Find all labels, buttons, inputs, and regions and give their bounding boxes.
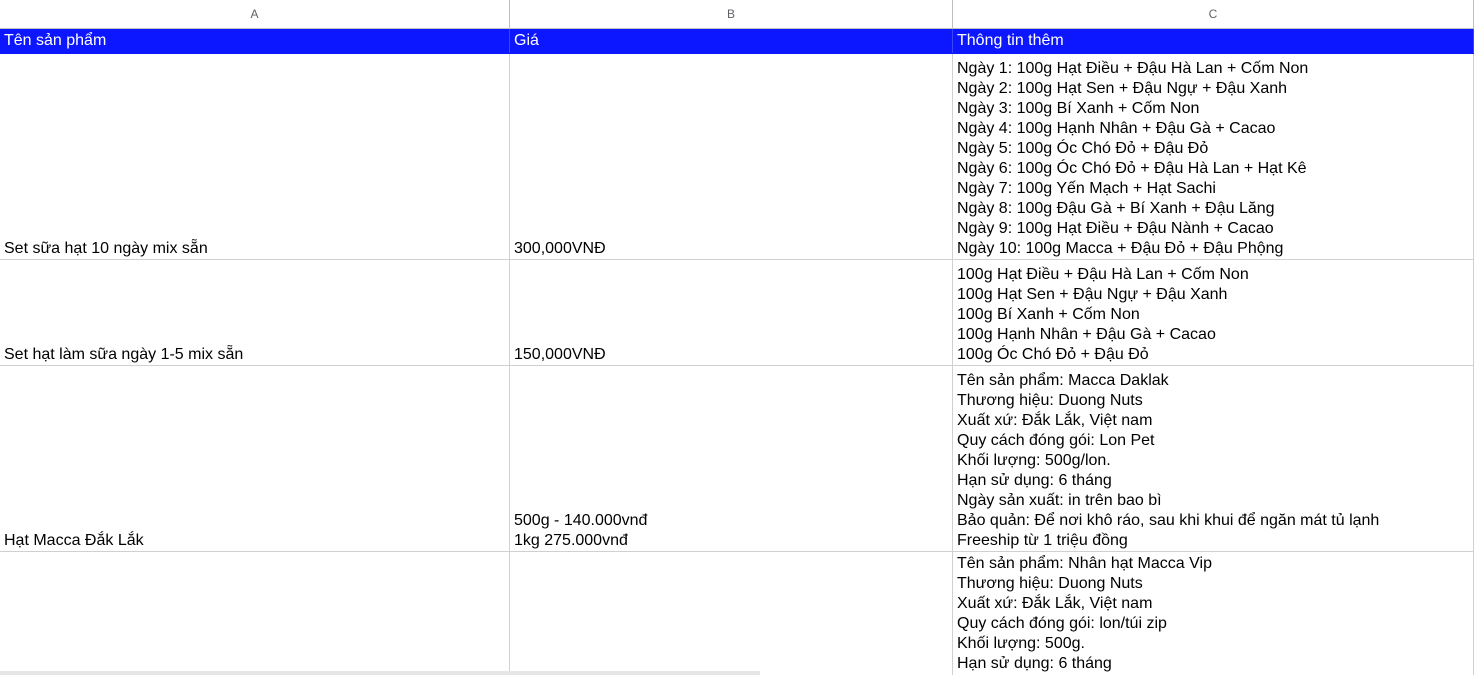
cell-line: Ngày 3: 100g Bí Xanh + Cốm Non bbox=[957, 100, 1200, 117]
cell-more-info[interactable]: Ngày 1: 100g Hạt Điều + Đậu Hà Lan + Cốm… bbox=[953, 54, 1474, 259]
horizontal-scrollbar[interactable] bbox=[0, 671, 760, 675]
table-row: Set hạt làm sữa ngày 1-5 mix sẵn 150,000… bbox=[0, 260, 1474, 366]
column-header-b[interactable]: B bbox=[510, 0, 953, 28]
cell-product-name[interactable]: Set sữa hạt 10 ngày mix sẵn bbox=[0, 54, 510, 259]
cell-line: Ngày 1: 100g Hạt Điều + Đậu Hà Lan + Cốm… bbox=[957, 60, 1309, 77]
cell-line: Xuất xứ: Đắk Lắk, Việt nam bbox=[957, 412, 1153, 429]
cell-line: 100g Hạt Sen + Đậu Ngự + Đậu Xanh bbox=[957, 286, 1228, 303]
column-header-a[interactable]: A bbox=[0, 0, 510, 28]
cell-more-info[interactable]: Tên sản phẩm: Macca Daklak Thương hiệu: D… bbox=[953, 366, 1474, 551]
cell-line: Ngày 6: 100g Óc Chó Đỏ + Đậu Hà Lan + Hạ… bbox=[957, 160, 1307, 177]
table-row: Tên sản phẩm: Nhân hạt Macca Vip Thương h… bbox=[0, 552, 1474, 675]
header-cell-more-info[interactable]: Thông tin thêm bbox=[953, 29, 1474, 53]
cell-price[interactable] bbox=[510, 552, 953, 675]
cell-line: Ngày 9: 100g Hạt Điều + Đậu Nành + Cacao bbox=[957, 220, 1274, 237]
cell-more-info[interactable]: Tên sản phẩm: Nhân hạt Macca Vip Thương h… bbox=[953, 552, 1474, 675]
cell-line: Quy cách đóng gói: lon/túi zip bbox=[957, 615, 1167, 632]
cell-line: Khối lượng: 500g/lon. bbox=[957, 452, 1111, 469]
cell-price[interactable]: 500g - 140.000vnđ 1kg 275.000vnđ bbox=[510, 366, 953, 551]
cell-line: Ngày sản xuất: in trên bao bì bbox=[957, 492, 1162, 509]
cell-line: Khối lượng: 500g. bbox=[957, 635, 1085, 652]
table-row: Set sữa hạt 10 ngày mix sẵn 300,000VNĐ N… bbox=[0, 54, 1474, 260]
cell-price[interactable]: 300,000VNĐ bbox=[510, 54, 953, 259]
cell-product-name[interactable]: Hạt Macca Đắk Lắk bbox=[0, 366, 510, 551]
cell-line: Hạn sử dụng: 6 tháng bbox=[957, 472, 1112, 489]
cell-line: 500g - 140.000vnđ bbox=[514, 512, 648, 529]
spreadsheet: A B C Tên sản phẩm Giá Thông tin thêm Se… bbox=[0, 0, 1480, 675]
cell-product-name[interactable] bbox=[0, 552, 510, 675]
cell-line: Hạn sử dụng: 6 tháng bbox=[957, 655, 1112, 672]
cell-line: Ngày 8: 100g Đậu Gà + Bí Xanh + Đậu Lăng bbox=[957, 200, 1275, 217]
table-header-row: Tên sản phẩm Giá Thông tin thêm bbox=[0, 29, 1474, 54]
cell-line: 100g Óc Chó Đỏ + Đậu Đỏ bbox=[957, 346, 1149, 363]
cell-product-name[interactable]: Set hạt làm sữa ngày 1-5 mix sẵn bbox=[0, 260, 510, 365]
cell-line: Ngày 5: 100g Óc Chó Đỏ + Đậu Đỏ bbox=[957, 140, 1209, 157]
cell-line: 100g Bí Xanh + Cốm Non bbox=[957, 306, 1140, 323]
cell-line: Thương hiệu: Duong Nuts bbox=[957, 575, 1143, 592]
cell-line: 100g Hạnh Nhân + Đậu Gà + Cacao bbox=[957, 326, 1216, 343]
cell-line: Ngày 10: 100g Macca + Đậu Đỏ + Đậu Phộng bbox=[957, 240, 1284, 257]
table-row: Hạt Macca Đắk Lắk 500g - 140.000vnđ 1kg 2… bbox=[0, 366, 1474, 552]
cell-line: Xuất xứ: Đắk Lắk, Việt nam bbox=[957, 595, 1153, 612]
cell-line: Ngày 7: 100g Yến Mạch + Hạt Sachi bbox=[957, 180, 1216, 197]
cell-line: 300,000VNĐ bbox=[514, 240, 606, 257]
column-header-c[interactable]: C bbox=[953, 0, 1474, 28]
cell-line: 150,000VNĐ bbox=[514, 346, 606, 363]
cell-price[interactable]: 150,000VNĐ bbox=[510, 260, 953, 365]
cell-line: Thương hiệu: Duong Nuts bbox=[957, 392, 1143, 409]
header-cell-price[interactable]: Giá bbox=[510, 29, 953, 53]
cell-line: Ngày 2: 100g Hạt Sen + Đậu Ngự + Đậu Xan… bbox=[957, 80, 1288, 97]
cell-line: Tên sản phẩm: Macca Daklak bbox=[957, 372, 1169, 389]
cell-line: Ngày 4: 100g Hạnh Nhân + Đậu Gà + Cacao bbox=[957, 120, 1276, 137]
column-headers: A B C bbox=[0, 0, 1474, 29]
cell-line: 1kg 275.000vnđ bbox=[514, 532, 628, 549]
cell-line: Bảo quản: Để nơi khô ráo, sau khi khui đ… bbox=[957, 512, 1380, 529]
cell-line: 100g Hạt Điều + Đậu Hà Lan + Cốm Non bbox=[957, 266, 1249, 283]
cell-line: Freeship từ 1 triệu đồng bbox=[957, 532, 1128, 549]
cell-line: Quy cách đóng gói: Lon Pet bbox=[957, 432, 1155, 449]
cell-line: Tên sản phẩm: Nhân hạt Macca Vip bbox=[957, 555, 1212, 572]
cell-grid: Tên sản phẩm Giá Thông tin thêm Set sữa … bbox=[0, 29, 1474, 675]
cell-more-info[interactable]: 100g Hạt Điều + Đậu Hà Lan + Cốm Non 100g… bbox=[953, 260, 1474, 365]
header-cell-product-name[interactable]: Tên sản phẩm bbox=[0, 29, 510, 53]
